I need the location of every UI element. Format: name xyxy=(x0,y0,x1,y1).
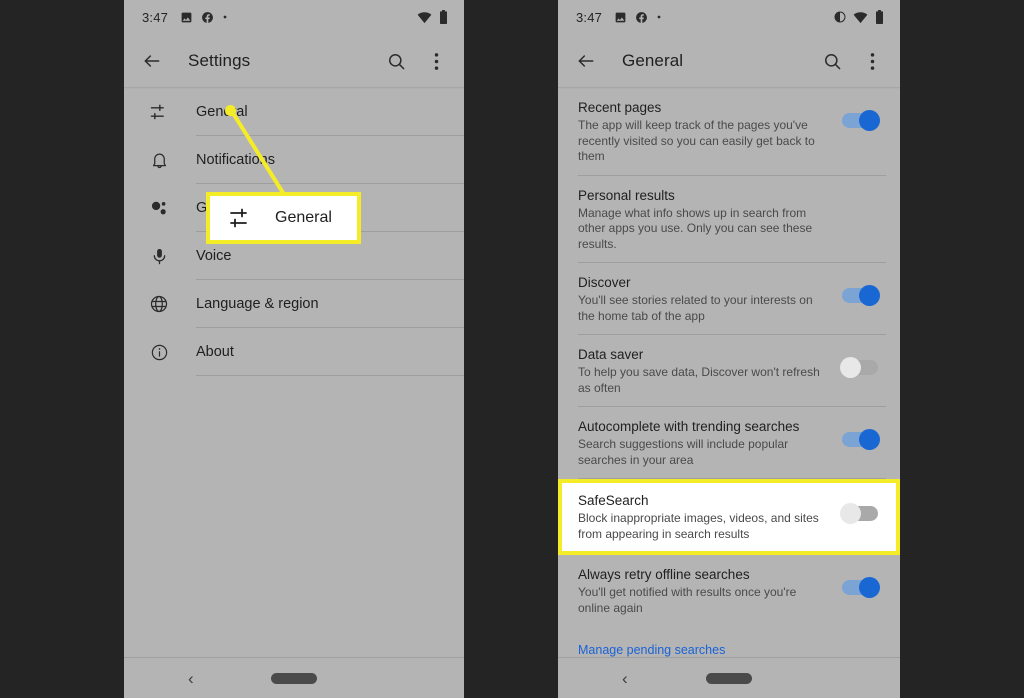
setting-text: Always retry offline searches You'll get… xyxy=(578,566,842,616)
dot-icon xyxy=(657,15,661,19)
toggle-knob xyxy=(859,285,880,306)
callout-tooltip: General xyxy=(206,192,361,244)
globe-icon xyxy=(146,291,172,317)
sidebar-item-label: About xyxy=(196,344,234,360)
setting-text: Data saver To help you save data, Discov… xyxy=(578,346,842,396)
info-circle-icon xyxy=(146,339,172,365)
sidebar-item-notifications[interactable]: Notifications xyxy=(124,136,464,184)
dot-icon xyxy=(223,15,227,19)
status-time: 3:47 xyxy=(576,9,603,25)
home-pill-icon[interactable] xyxy=(706,672,752,684)
wifi-icon xyxy=(417,11,432,23)
setting-row-autocomplete-trending[interactable]: Autocomplete with trending searches Sear… xyxy=(558,407,900,479)
microphone-icon xyxy=(146,243,172,269)
system-nav-bar: ‹ xyxy=(124,657,464,698)
setting-title: Discover xyxy=(578,275,631,290)
left-phone-screenshot: 3:47 Settings General Notifications Voic… xyxy=(124,0,464,698)
setting-text: Discover You'll see stories related to y… xyxy=(578,274,842,324)
nav-back-button[interactable]: ‹ xyxy=(188,670,194,687)
toggle-switch[interactable] xyxy=(842,285,880,306)
facebook-icon xyxy=(202,11,214,23)
setting-title: Always retry offline searches xyxy=(578,567,750,582)
toggle-switch[interactable] xyxy=(840,357,878,378)
tune-sliders-icon xyxy=(146,99,172,125)
toggle-switch[interactable] xyxy=(840,503,878,524)
list-divider xyxy=(196,375,464,376)
image-icon xyxy=(181,12,192,22)
toggle-knob xyxy=(840,357,861,378)
more-vert-icon[interactable] xyxy=(858,47,886,75)
toggle-knob xyxy=(859,429,880,450)
facebook-icon xyxy=(636,11,648,23)
status-right-icons xyxy=(834,10,884,24)
setting-title: SafeSearch xyxy=(578,493,649,508)
page-title: General xyxy=(622,51,684,70)
do-not-disturb-icon xyxy=(834,11,846,23)
setting-row-personal-results[interactable]: Personal results Manage what info shows … xyxy=(558,176,900,263)
bell-icon xyxy=(146,147,172,173)
sidebar-item-language-region[interactable]: Language & region xyxy=(124,280,464,328)
setting-text: SafeSearch Block inappropriate images, v… xyxy=(578,492,842,542)
setting-row-recent-pages[interactable]: Recent pages The app will keep track of … xyxy=(558,88,900,176)
general-settings-list: Recent pages The app will keep track of … xyxy=(558,88,900,675)
setting-title: Recent pages xyxy=(578,100,662,115)
status-bar: 3:47 xyxy=(124,0,464,34)
sidebar-item-label: Voice xyxy=(196,248,232,264)
assistant-icon xyxy=(146,195,172,221)
callout-anchor-dot xyxy=(225,105,236,116)
tune-sliders-icon xyxy=(227,205,253,231)
search-icon[interactable] xyxy=(818,47,846,75)
toggle-switch[interactable] xyxy=(842,429,880,450)
setting-title: Personal results xyxy=(578,187,675,203)
setting-row-safesearch[interactable]: SafeSearch Block inappropriate images, v… xyxy=(558,479,900,555)
app-bar: General xyxy=(558,34,900,89)
sidebar-item-general[interactable]: General xyxy=(124,88,464,136)
sidebar-item-label: Language & region xyxy=(196,296,319,312)
app-bar: Settings xyxy=(124,34,464,89)
arrow-left-icon[interactable] xyxy=(138,47,166,75)
search-icon[interactable] xyxy=(382,47,410,75)
battery-icon xyxy=(876,10,883,24)
setting-description: To help you save data, Discover won't re… xyxy=(578,365,820,395)
home-pill-icon[interactable] xyxy=(271,672,317,684)
callout-label: General xyxy=(275,209,332,226)
setting-description: Block inappropriate images, videos, and … xyxy=(578,511,819,541)
setting-description: You'll get notified with results once yo… xyxy=(578,585,797,615)
status-bar: 3:47 xyxy=(558,0,900,34)
sidebar-item-about[interactable]: About xyxy=(124,328,464,376)
setting-title: Autocomplete with trending searches xyxy=(578,419,800,434)
status-left-icons xyxy=(614,11,662,24)
setting-row-discover[interactable]: Discover You'll see stories related to y… xyxy=(558,263,900,335)
right-phone-screenshot: 3:47 General Recent pages The app will k… xyxy=(558,0,900,698)
toggle-switch[interactable] xyxy=(842,110,880,131)
setting-title: Data saver xyxy=(578,347,644,362)
sidebar-item-label: General xyxy=(196,104,248,120)
status-time: 3:47 xyxy=(142,9,169,25)
toggle-switch[interactable] xyxy=(842,577,880,598)
toggle-knob xyxy=(840,503,861,524)
image-icon xyxy=(615,12,626,22)
setting-description: You'll see stories related to your inter… xyxy=(578,293,813,323)
system-nav-bar: ‹ xyxy=(558,657,900,698)
manage-pending-searches-link[interactable]: Manage pending searches xyxy=(578,643,725,657)
setting-text: Autocomplete with trending searches Sear… xyxy=(578,418,842,468)
setting-description: Manage what info shows up in search from… xyxy=(578,205,813,251)
wifi-icon xyxy=(853,11,868,23)
status-right-icons xyxy=(417,10,448,24)
page-title: Settings xyxy=(188,51,251,70)
setting-row-always-retry-offline[interactable]: Always retry offline searches You'll get… xyxy=(558,555,900,627)
toggle-knob xyxy=(859,110,880,131)
setting-text: Personal results Manage what info shows … xyxy=(578,187,886,253)
nav-back-button[interactable]: ‹ xyxy=(622,670,628,687)
battery-icon xyxy=(440,10,447,24)
setting-description: The app will keep track of the pages you… xyxy=(578,118,815,163)
setting-description: Search suggestions will include popular … xyxy=(578,437,789,467)
setting-row-data-saver[interactable]: Data saver To help you save data, Discov… xyxy=(558,335,900,407)
status-left-icons xyxy=(180,11,228,24)
setting-text: Recent pages The app will keep track of … xyxy=(578,99,842,165)
arrow-left-icon[interactable] xyxy=(572,47,600,75)
more-vert-icon[interactable] xyxy=(422,47,450,75)
toggle-knob xyxy=(859,577,880,598)
sidebar-item-label: Notifications xyxy=(196,152,275,168)
